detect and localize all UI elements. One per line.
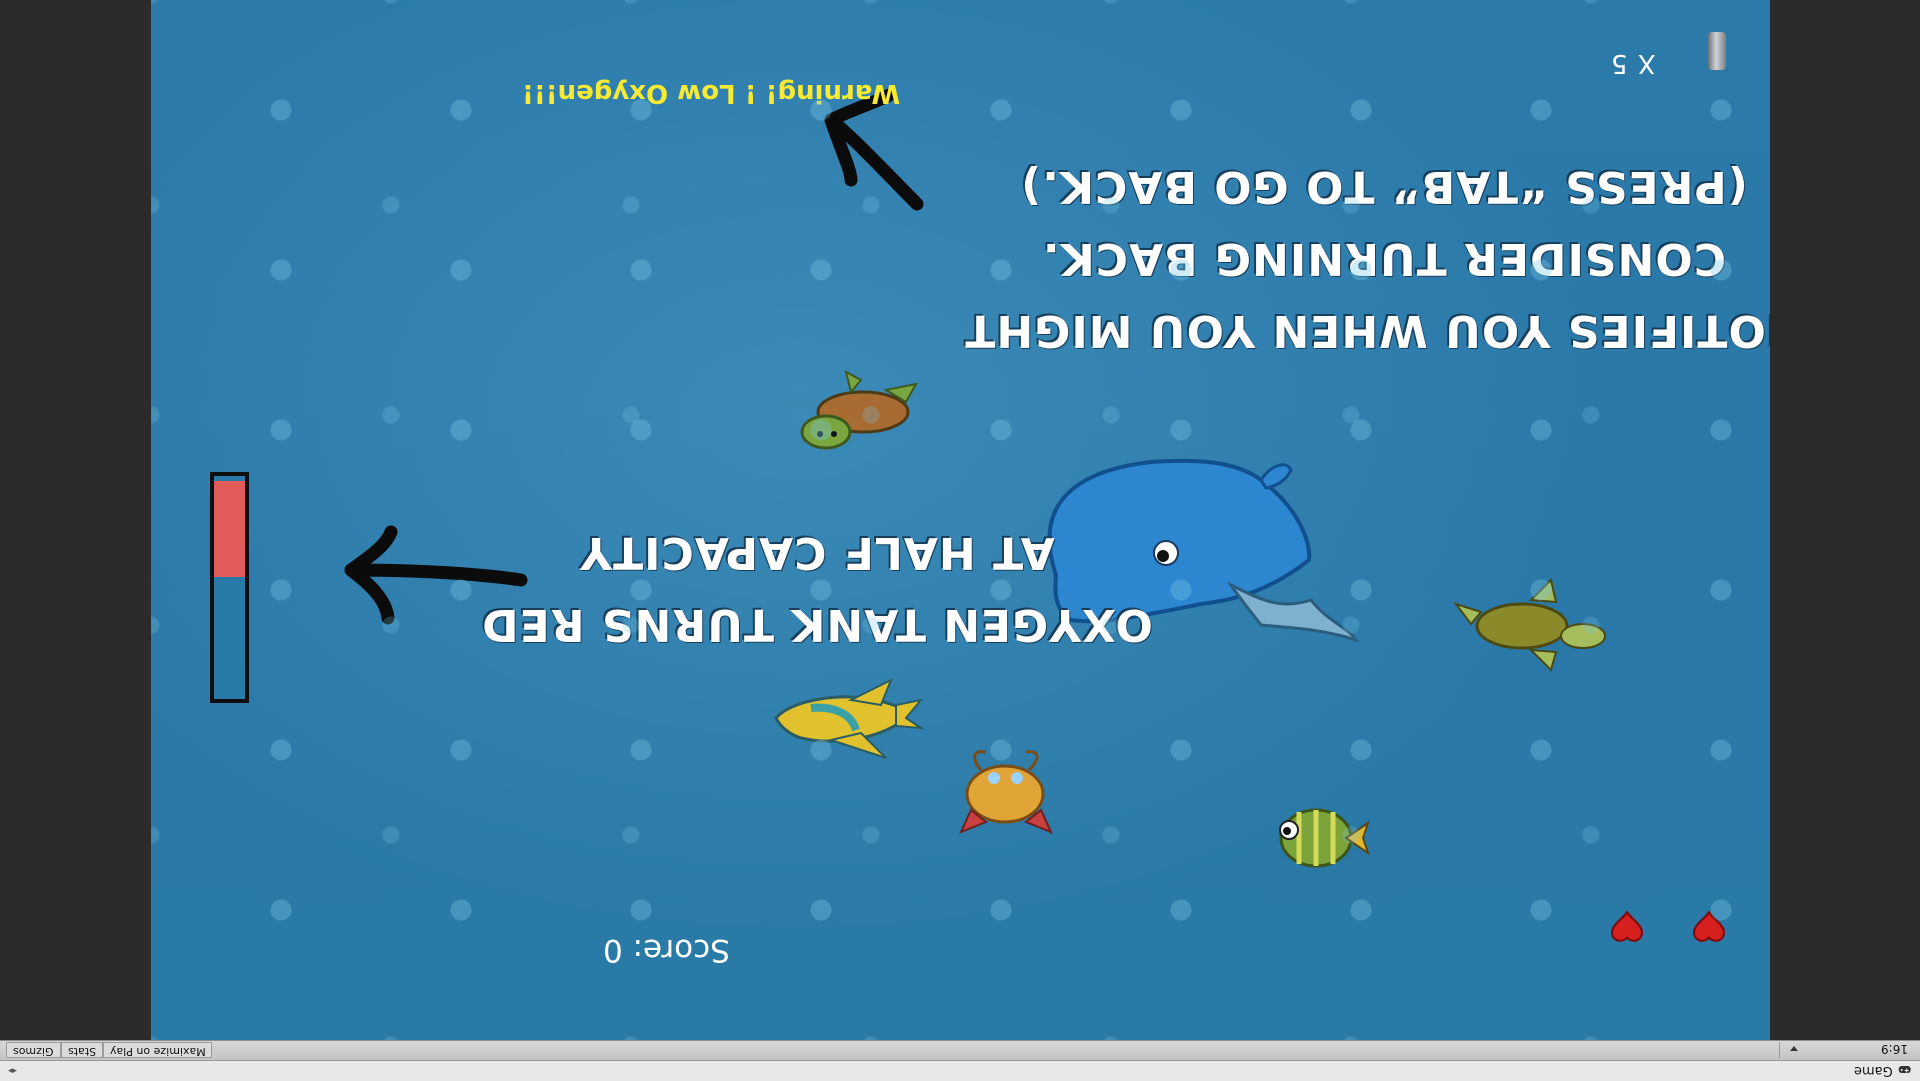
heart-icon: [1611, 910, 1643, 942]
turtle-icon: [800, 370, 918, 450]
game-viewport: X 5 Warning! ! Low Oxygen!!! NOTIFIES YO…: [151, 0, 1770, 1040]
lives-counter: X 5: [1610, 48, 1656, 78]
aspect-ratio-dropdown[interactable]: 16:9: [1779, 1042, 1920, 1058]
turtle-icon: [1453, 578, 1606, 672]
striped-fish-icon: [1279, 808, 1370, 868]
low-oxygen-warning: Warning! ! Low Oxygen!!!: [522, 78, 901, 108]
annotation-arrow-warning: [824, 88, 924, 211]
game-view-toolbar: 16:9 Gizmos Stats Maximize on Play: [0, 1040, 1920, 1062]
editor-tab-bar: Game: [0, 1060, 1920, 1081]
oxygen-level-fill: [214, 481, 245, 577]
angelfish-icon: [774, 677, 925, 759]
toolbar-buttons: Gizmos Stats Maximize on Play: [6, 1042, 213, 1058]
oil-can-icon: [1708, 32, 1726, 70]
crab-icon: [959, 750, 1053, 834]
oxygen-tank-gauge: [210, 472, 249, 703]
game-tab[interactable]: Game: [1854, 1063, 1912, 1078]
maximize-on-play-button[interactable]: Maximize on Play: [102, 1042, 213, 1058]
stats-button[interactable]: Stats: [60, 1042, 103, 1058]
tutorial-tip-turn-back: NOTIFIES YOU WHEN YOU MIGHT CONSIDER TUR…: [964, 161, 1770, 356]
heart-icon: [1693, 910, 1725, 942]
gizmos-button[interactable]: Gizmos: [6, 1042, 61, 1058]
game-controller-icon: [1899, 1066, 1911, 1074]
tutorial-tip-oxygen: OXYGEN TANK TURNS RED AT HALF CAPACITY: [481, 527, 1153, 650]
resize-handle-icon[interactable]: ◂▸: [8, 1066, 17, 1076]
chevron-up-icon: [1790, 1046, 1798, 1051]
score-display: Score: 0: [603, 932, 730, 968]
